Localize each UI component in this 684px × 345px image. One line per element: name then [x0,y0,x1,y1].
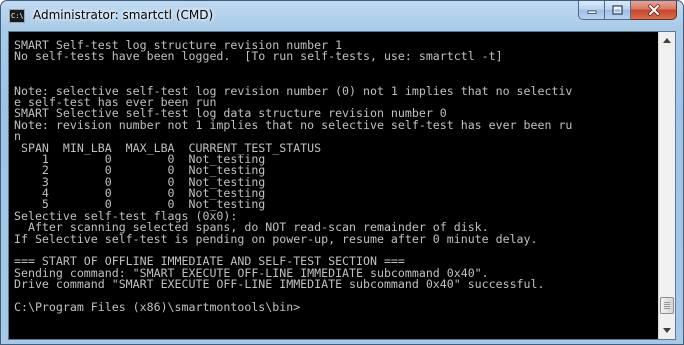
console-line: C:\Program Files (x86)\smartmontools\bin… [14,299,301,314]
console-window: C:\ Administrator: smartctl (CMD) SMART … [0,0,684,345]
window-title: Administrator: smartctl (CMD) [33,8,214,22]
vertical-scrollbar[interactable] [658,32,675,339]
console-line: No self-tests have been logged. [To run … [14,49,503,64]
cmd-icon[interactable]: C:\ [9,9,25,23]
console-line: Note: revision number not 1 implies that… [14,117,573,132]
minimize-button[interactable] [578,1,605,20]
scroll-up-icon [663,38,671,43]
console-line: Drive command "SMART EXECUTE OFF-LINE IM… [14,277,545,292]
scroll-down-icon [663,328,671,333]
caption-buttons [578,1,677,21]
scroll-up-button[interactable] [659,32,675,49]
scroll-down-button[interactable] [659,322,675,339]
scrollbar-thumb[interactable] [660,297,674,314]
close-icon [647,4,660,16]
close-button[interactable] [631,1,677,20]
minimize-icon [587,10,596,14]
console-line: If Selective self-test is pending on pow… [14,231,538,246]
console-area[interactable]: SMART Self-test log structure revision n… [8,31,676,340]
maximize-icon [612,5,623,15]
console-output[interactable]: SMART Self-test log structure revision n… [14,40,656,340]
title-bar[interactable]: C:\ Administrator: smartctl (CMD) [1,1,683,31]
maximize-button[interactable] [605,1,631,20]
